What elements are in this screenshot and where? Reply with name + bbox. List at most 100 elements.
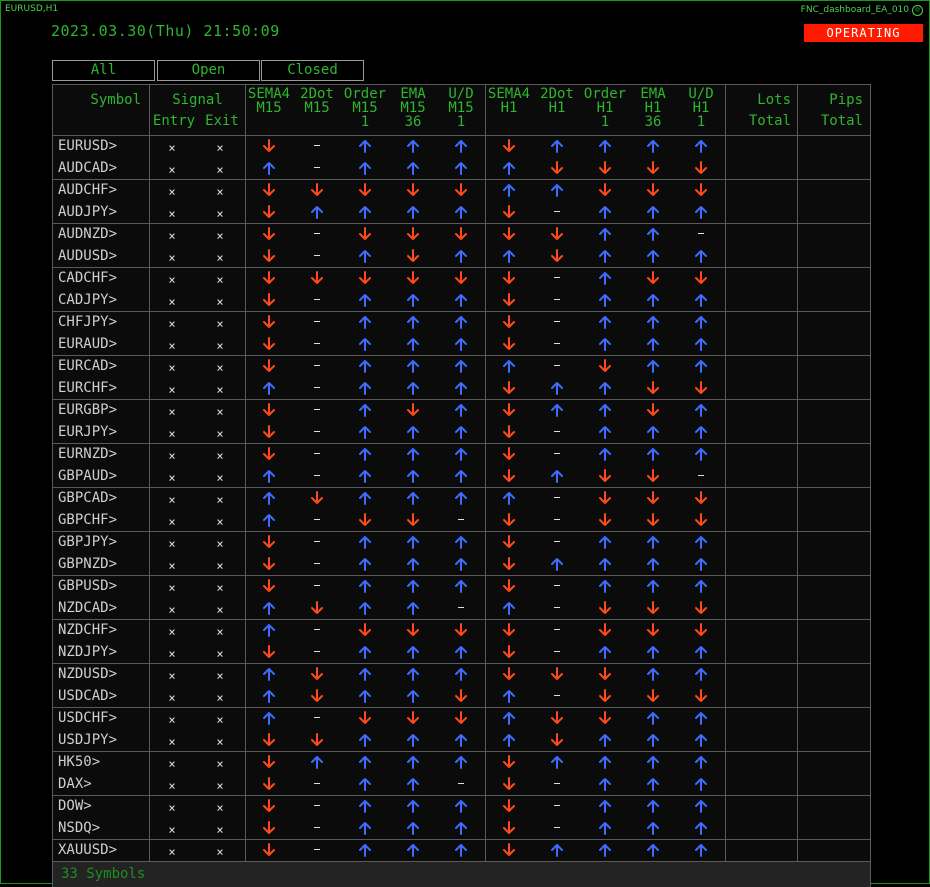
arrow-up-icon	[405, 314, 421, 330]
exit-signal-mark: ×	[216, 229, 224, 243]
entry-signal-mark: ×	[168, 581, 176, 595]
filter-all-button[interactable]: All	[52, 60, 155, 81]
arrow-up-icon	[357, 138, 373, 154]
symbol-link[interactable]: EURJPY>	[58, 424, 117, 440]
arrow-down-icon	[597, 666, 613, 682]
row-group-divider	[53, 751, 870, 752]
arrow-up-icon	[453, 138, 469, 154]
neutral-dash-icon	[314, 519, 320, 520]
symbol-link[interactable]: AUDCAD>	[58, 160, 117, 176]
symbol-link[interactable]: GBPCHF>	[58, 512, 117, 528]
symbol-link[interactable]: HK50>	[58, 754, 100, 770]
arrow-down-icon	[501, 798, 517, 814]
symbol-link[interactable]: GBPCAD>	[58, 490, 117, 506]
neutral-dash-icon	[554, 299, 560, 300]
symbol-link[interactable]: AUDCHF>	[58, 182, 117, 198]
neutral-dash-icon	[314, 475, 320, 476]
symbol-link[interactable]: CADJPY>	[58, 292, 117, 308]
symbol-link[interactable]: EURCAD>	[58, 358, 117, 374]
arrow-down-icon	[549, 226, 565, 242]
symbol-link[interactable]: EURNZD>	[58, 446, 117, 462]
arrow-up-icon	[597, 732, 613, 748]
symbol-link[interactable]: NZDJPY>	[58, 644, 117, 660]
arrow-up-icon	[453, 556, 469, 572]
arrow-up-icon	[645, 248, 661, 264]
symbol-link[interactable]: NZDCHF>	[58, 622, 117, 638]
exit-signal-mark: ×	[216, 405, 224, 419]
arrow-up-icon	[405, 798, 421, 814]
arrow-up-icon	[645, 732, 661, 748]
exit-signal-mark: ×	[216, 713, 224, 727]
neutral-dash-icon	[554, 629, 560, 630]
operating-status-button[interactable]: OPERATING	[804, 24, 923, 42]
symbol-link[interactable]: GBPAUD>	[58, 468, 117, 484]
symbol-link[interactable]: GBPUSD>	[58, 578, 117, 594]
arrow-up-icon	[261, 490, 277, 506]
arrow-up-icon	[453, 842, 469, 858]
arrow-up-icon	[261, 688, 277, 704]
arrow-up-icon	[597, 776, 613, 792]
symbol-link[interactable]: AUDUSD>	[58, 248, 117, 264]
neutral-dash-icon	[554, 277, 560, 278]
arrow-up-icon	[405, 160, 421, 176]
symbol-link[interactable]: EURUSD>	[58, 138, 117, 154]
symbol-link[interactable]: GBPNZD>	[58, 556, 117, 572]
entry-signal-mark: ×	[168, 449, 176, 463]
arrow-down-icon	[357, 622, 373, 638]
arrow-up-icon	[645, 424, 661, 440]
arrow-up-icon	[549, 380, 565, 396]
neutral-dash-icon	[314, 541, 320, 542]
arrow-down-icon	[693, 688, 709, 704]
column-header-exit: Exit	[205, 113, 239, 129]
symbol-link[interactable]: AUDNZD>	[58, 226, 117, 242]
filter-closed-button[interactable]: Closed	[261, 60, 364, 81]
arrow-up-icon	[693, 820, 709, 836]
arrow-down-icon	[597, 490, 613, 506]
arrow-up-icon	[693, 732, 709, 748]
symbol-link[interactable]: USDCHF>	[58, 710, 117, 726]
arrow-down-icon	[501, 270, 517, 286]
arrow-up-icon	[597, 314, 613, 330]
arrow-down-icon	[597, 358, 613, 374]
arrow-up-icon	[597, 820, 613, 836]
entry-signal-mark: ×	[168, 317, 176, 331]
exit-signal-mark: ×	[216, 559, 224, 573]
entry-signal-mark: ×	[168, 361, 176, 375]
symbol-link[interactable]: AUDJPY>	[58, 204, 117, 220]
arrow-up-icon	[405, 666, 421, 682]
symbol-link[interactable]: USDJPY>	[58, 732, 117, 748]
symbol-link[interactable]: NZDCAD>	[58, 600, 117, 616]
arrow-down-icon	[405, 270, 421, 286]
symbol-link[interactable]: NSDQ>	[58, 820, 100, 836]
neutral-dash-icon	[554, 431, 560, 432]
arrow-down-icon	[501, 468, 517, 484]
symbol-link[interactable]: GBPJPY>	[58, 534, 117, 550]
filter-open-button[interactable]: Open	[157, 60, 260, 81]
arrow-up-icon	[693, 644, 709, 660]
symbol-link[interactable]: EURAUD>	[58, 336, 117, 352]
neutral-dash-icon	[314, 849, 320, 850]
arrow-up-icon	[357, 600, 373, 616]
symbol-link[interactable]: CHFJPY>	[58, 314, 117, 330]
arrow-up-icon	[693, 314, 709, 330]
symbol-link[interactable]: EURCHF>	[58, 380, 117, 396]
symbol-link[interactable]: DAX>	[58, 776, 92, 792]
symbol-link[interactable]: DOW>	[58, 798, 92, 814]
arrow-up-icon	[597, 402, 613, 418]
symbol-link[interactable]: XAUUSD>	[58, 842, 117, 858]
symbol-link[interactable]: CADCHF>	[58, 270, 117, 286]
arrow-up-icon	[261, 468, 277, 484]
arrow-up-icon	[597, 534, 613, 550]
arrow-up-icon	[645, 776, 661, 792]
symbol-link[interactable]: EURGBP>	[58, 402, 117, 418]
arrow-down-icon	[261, 842, 277, 858]
arrow-down-icon	[261, 820, 277, 836]
symbol-link[interactable]: NZDUSD>	[58, 666, 117, 682]
entry-signal-mark: ×	[168, 229, 176, 243]
entry-signal-mark: ×	[168, 273, 176, 287]
arrow-down-icon	[309, 600, 325, 616]
arrow-up-icon	[405, 644, 421, 660]
symbol-link[interactable]: USDCAD>	[58, 688, 117, 704]
arrow-up-icon	[405, 688, 421, 704]
neutral-dash-icon	[314, 453, 320, 454]
